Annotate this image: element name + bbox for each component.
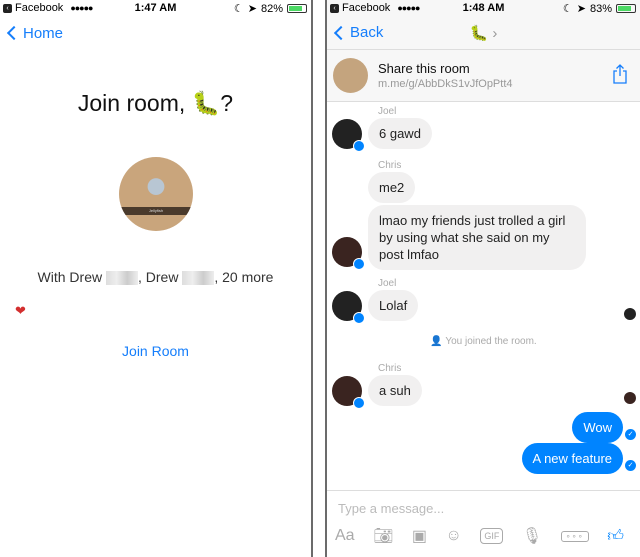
member-1: With Drew bbox=[37, 269, 103, 285]
share-icon[interactable] bbox=[612, 64, 628, 84]
message-bubble[interactable]: me2 bbox=[368, 172, 416, 203]
my-message-bubble[interactable]: A new feature bbox=[521, 443, 623, 474]
message-list: Joel 6 gawd Chris me2 lmao my friends ju… bbox=[327, 102, 640, 497]
composer-toolbar: Aa 📷︎ ▣ ☺ GIF 🎙︎ ∘∘∘ 👍︎ bbox=[327, 516, 640, 546]
battery-percent: 83% bbox=[589, 2, 612, 15]
read-receipt-avatar bbox=[624, 392, 636, 404]
message-bubble[interactable]: lmao my friends just trolled a girl by u… bbox=[368, 205, 586, 270]
battery-icon bbox=[287, 4, 307, 13]
message-bubble[interactable]: 6 gawd bbox=[368, 118, 432, 149]
my-message-bubble[interactable]: Wow bbox=[572, 412, 623, 443]
nav-bar: 🐛 › Back bbox=[327, 16, 640, 50]
room-title-button[interactable]: 🐛 › bbox=[327, 24, 640, 42]
nav-bar: Home bbox=[0, 16, 311, 50]
redacted-name bbox=[182, 271, 215, 286]
avatar[interactable] bbox=[332, 376, 365, 409]
share-room-row[interactable]: Share this room m.me/g/AbbDkS1vJfOpPtt4 bbox=[327, 50, 640, 102]
gif-button[interactable]: GIF bbox=[480, 528, 504, 544]
system-text: You joined the room. bbox=[445, 336, 537, 347]
avatar[interactable] bbox=[332, 291, 365, 324]
join-room-button[interactable]: Join Room bbox=[0, 343, 311, 359]
avatar-caption: Jellyfish bbox=[119, 207, 193, 215]
sender-name: Chris bbox=[378, 363, 402, 374]
delivered-check-icon: ✓ bbox=[625, 460, 636, 471]
status-bar: ‹ Facebook ●●●●● 1:48 AM ☾ ➤ 83% bbox=[327, 0, 640, 16]
person-add-icon: 👤 bbox=[430, 336, 443, 347]
message-bubble[interactable]: a suh bbox=[368, 375, 422, 406]
members-text: With Drew , Drew , 20 more bbox=[0, 269, 311, 286]
messenger-badge-icon bbox=[353, 397, 365, 409]
redacted-name bbox=[105, 271, 138, 286]
page-title: Join room, 🐛? bbox=[77, 90, 234, 116]
moon-icon: ☾ bbox=[562, 3, 573, 15]
chevron-right-icon: › bbox=[492, 24, 498, 42]
battery-percent: 82% bbox=[260, 2, 283, 15]
heart-icon: ❤ bbox=[15, 303, 26, 318]
messenger-badge-icon bbox=[353, 140, 365, 152]
home-back-button[interactable]: Home bbox=[0, 25, 63, 42]
delivered-check-icon: ✓ bbox=[625, 429, 636, 440]
share-title: Share this room bbox=[378, 61, 470, 76]
room-avatar bbox=[333, 58, 368, 93]
like-icon[interactable]: 👍︎ bbox=[607, 527, 624, 546]
message-bubble[interactable]: Lolaf bbox=[368, 290, 419, 321]
sender-name: Joel bbox=[378, 106, 397, 117]
sender-name: Joel bbox=[378, 278, 397, 289]
divider bbox=[311, 0, 313, 557]
message-input[interactable]: Type a message... bbox=[327, 491, 640, 516]
camera-icon[interactable]: 📷︎ bbox=[373, 526, 393, 546]
room-emoji: 🐛 bbox=[469, 24, 489, 42]
more-members: , 20 more bbox=[214, 269, 274, 285]
chat-screen: ‹ Facebook ●●●●● 1:48 AM ☾ ➤ 83% 🐛 › Back Sh… bbox=[327, 0, 640, 557]
composer: Type a message... Aa 📷︎ ▣ ☺ GIF 🎙︎ ∘∘∘ 👍… bbox=[327, 490, 640, 557]
status-bar: ‹ Facebook ●●●●● 1:47 AM ☾ ➤ 82% bbox=[0, 0, 311, 16]
chevron-left-icon bbox=[6, 25, 22, 41]
text-format-button[interactable]: Aa bbox=[335, 527, 355, 545]
messenger-badge-icon bbox=[353, 258, 365, 270]
sender-name: Chris bbox=[378, 160, 402, 171]
emoji-icon[interactable]: ☺ bbox=[446, 527, 462, 545]
member-2: , Drew bbox=[137, 269, 179, 285]
room-avatar: Jellyfish bbox=[119, 157, 193, 231]
messenger-badge-icon bbox=[353, 312, 365, 324]
battery-icon bbox=[616, 4, 636, 13]
system-message: 👤 You joined the room. bbox=[327, 336, 640, 347]
avatar[interactable] bbox=[332, 119, 365, 152]
moon-icon: ☾ bbox=[233, 3, 244, 15]
read-receipt-avatar bbox=[624, 308, 636, 320]
share-link: m.me/g/AbbDkS1vJfOpPtt4 bbox=[378, 78, 513, 90]
location-icon: ➤ bbox=[576, 3, 586, 15]
photo-icon[interactable]: ▣ bbox=[412, 526, 427, 546]
avatar[interactable] bbox=[332, 237, 365, 270]
back-label: Home bbox=[23, 24, 64, 42]
more-icon[interactable]: ∘∘∘ bbox=[560, 530, 589, 542]
mic-icon[interactable]: 🎙︎ bbox=[522, 526, 542, 546]
join-room-screen: ‹ Facebook ●●●●● 1:47 AM ☾ ➤ 82% Home Join r… bbox=[0, 0, 311, 557]
location-icon: ➤ bbox=[247, 3, 257, 15]
